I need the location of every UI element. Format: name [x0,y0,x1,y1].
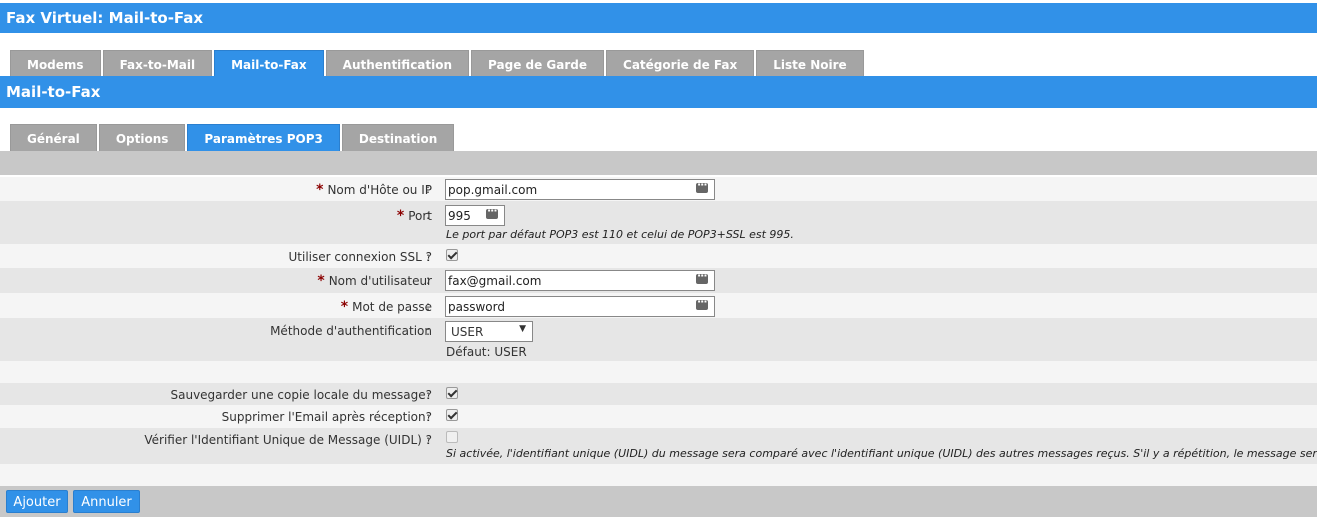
save-copy-label: Sauvegarder une copie locale du message? [170,388,433,402]
delete-email-checkbox[interactable] [446,409,458,421]
host-input[interactable]: pop.gmail.com [445,179,715,200]
required-mark: * [340,299,349,315]
password-input[interactable]: password [445,296,715,317]
window-title: Fax Virtuel: Mail-to-Fax [0,3,1317,33]
tab-general[interactable]: Général [10,124,97,151]
tab-mail-to-fax[interactable]: Mail-to-Fax [214,50,324,77]
uidl-label: Vérifier l'Identifiant Unique de Message… [144,433,432,447]
form-header-strip [0,153,1317,175]
main-tabs: Modems Fax-to-Mail Mail-to-Fax Authentif… [10,50,866,77]
auth-default-text: Défaut: USER [446,345,527,359]
ssl-row: Utiliser connexion SSL ? : [0,244,1317,268]
uidl-hint: Si activée, l'identifiant unique (UIDL) … [446,447,1317,460]
more-dots-icon[interactable] [696,271,708,284]
required-mark: * [396,208,405,224]
uidl-checkbox[interactable] [446,431,458,443]
spacer-row [0,464,1317,486]
tab-parametres-pop3[interactable]: Paramètres POP3 [187,124,340,151]
port-hint: Le port par défaut POP3 est 110 et celui… [446,228,794,241]
username-label: * Nom d'utilisateur [317,273,432,289]
save-copy-checkbox[interactable] [446,387,458,399]
auth-method-select[interactable]: USER ▼ [445,321,533,342]
colon: : [426,324,431,338]
tab-authentification[interactable]: Authentification [325,50,470,77]
required-mark: * [317,273,325,289]
required-mark: * [316,182,324,198]
sub-tabs: Général Options Paramètres POP3 Destinat… [10,124,456,151]
password-label: * Mot de passe [340,299,432,315]
uidl-row: Vérifier l'Identifiant Unique de Message… [0,428,1317,464]
colon: : [426,388,431,402]
host-label: * Nom d'Hôte ou IP [316,182,432,198]
port-input[interactable]: 995 [445,205,505,226]
tab-destination[interactable]: Destination [341,124,455,151]
colon: : [426,299,431,313]
colon: : [426,433,431,447]
colon: : [426,273,431,287]
colon: : [426,182,431,196]
auth-label: Méthode d'authentification [270,324,432,338]
delete-email-row: Supprimer l'Email après réception? : [0,405,1317,428]
username-input[interactable]: fax@gmail.com [445,270,715,291]
save-copy-row: Sauvegarder une copie locale du message?… [0,383,1317,405]
more-dots-icon[interactable] [696,297,708,310]
colon: : [426,410,431,424]
auth-row: Méthode d'authentification : USER ▼ Défau… [0,318,1317,361]
host-row: * Nom d'Hôte ou IP : pop.gmail.com [0,177,1317,201]
more-dots-icon[interactable] [486,206,498,219]
tab-page-de-garde[interactable]: Page de Garde [471,50,605,77]
cancel-button[interactable]: Annuler [73,490,140,513]
add-button[interactable]: Ajouter [6,490,68,513]
spacer-row [0,361,1317,383]
section-title: Mail-to-Fax [0,77,1317,108]
button-bar [0,486,1317,517]
dropdown-arrow-icon: ▼ [519,324,526,334]
tab-modems[interactable]: Modems [10,50,101,77]
password-row: * Mot de passe : password [0,293,1317,318]
delete-email-label: Supprimer l'Email après réception? [221,410,432,424]
ssl-label: Utiliser connexion SSL ? [288,250,433,264]
ssl-checkbox[interactable] [446,249,458,261]
more-dots-icon[interactable] [696,180,708,193]
tab-categorie-de-fax[interactable]: Catégorie de Fax [606,50,755,77]
username-row: * Nom d'utilisateur : fax@gmail.com [0,268,1317,293]
port-row: *Port : 995 Le port par défaut POP3 est … [0,201,1317,244]
tab-fax-to-mail[interactable]: Fax-to-Mail [102,50,213,77]
tab-liste-noire[interactable]: Liste Noire [756,50,864,77]
colon: : [426,208,431,222]
colon: : [426,250,431,264]
tab-options[interactable]: Options [98,124,186,151]
